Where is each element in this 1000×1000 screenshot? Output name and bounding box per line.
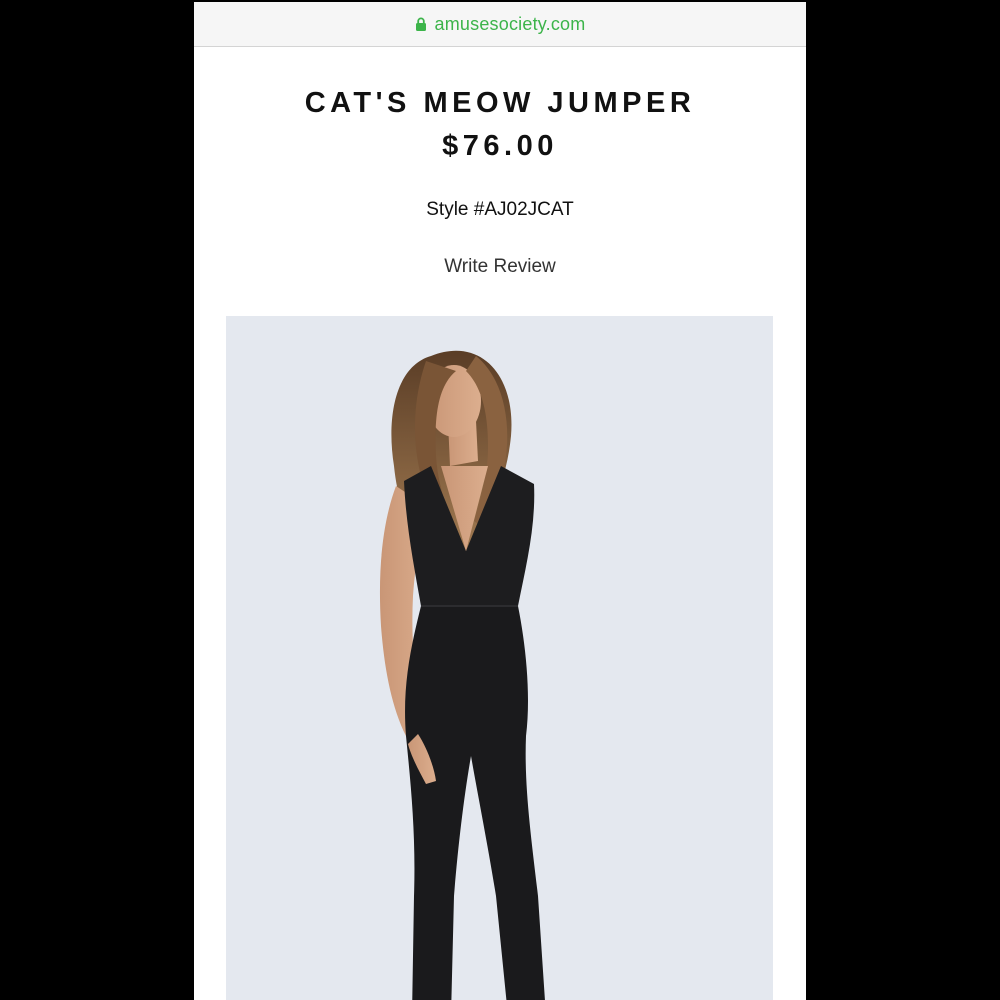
product-title: CAT'S MEOW JUMPER bbox=[304, 87, 696, 119]
url-text[interactable]: amusesociety.com bbox=[435, 14, 586, 35]
address-bar[interactable]: amusesociety.com bbox=[194, 2, 806, 47]
style-number: Style #AJ02JCAT bbox=[426, 199, 574, 220]
product-price: $76.00 bbox=[442, 130, 558, 162]
write-review-link[interactable]: Write Review bbox=[194, 256, 806, 278]
product-image[interactable] bbox=[226, 316, 773, 1000]
browser-viewport: amusesociety.com CAT'S MEOW JUMPER $76.0… bbox=[194, 2, 806, 1000]
address-bar-content[interactable]: amusesociety.com bbox=[415, 14, 586, 35]
model-illustration bbox=[379, 350, 545, 1000]
lock-icon bbox=[415, 17, 427, 31]
